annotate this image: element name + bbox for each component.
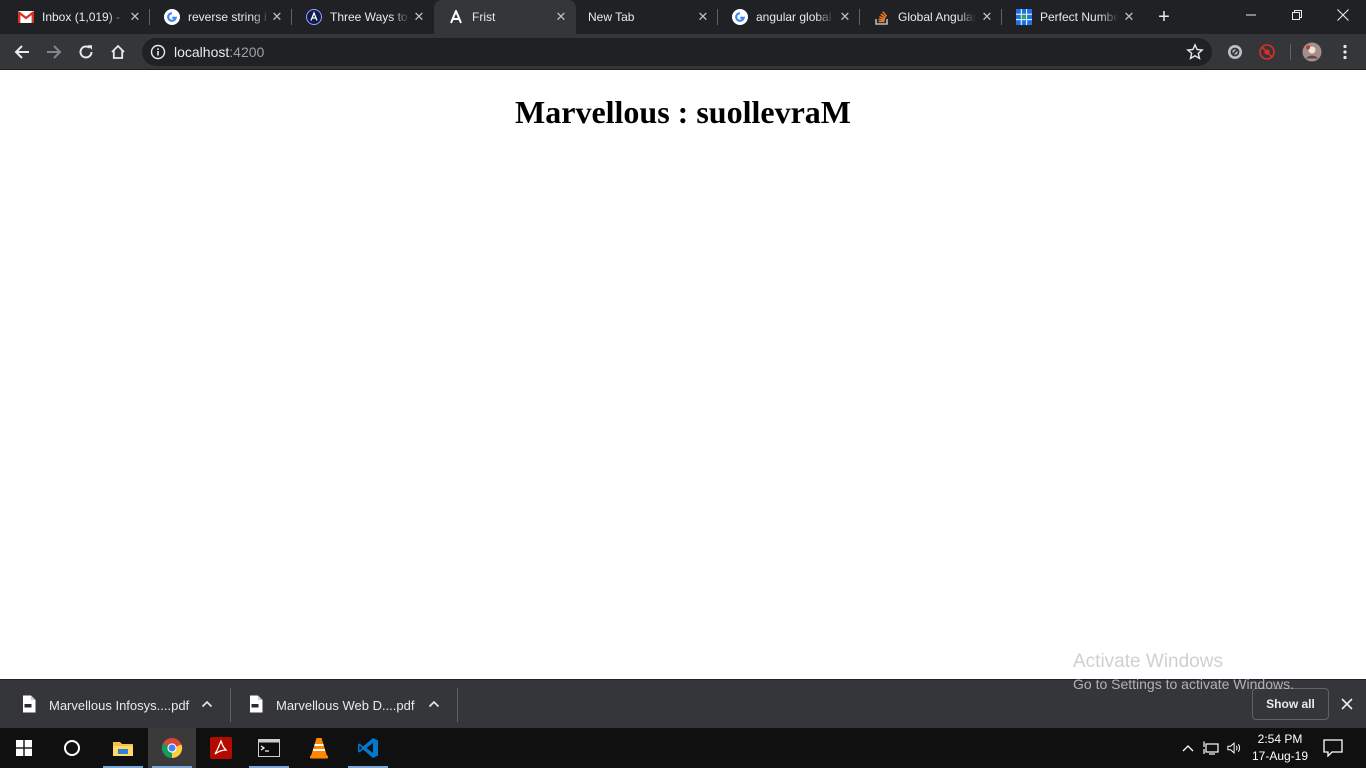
close-icon (1337, 9, 1349, 21)
forward-arrow-icon (47, 45, 62, 59)
tab-title: Frist (472, 10, 496, 24)
download-item[interactable]: Marvellous Infosys....pdf (0, 680, 230, 729)
show-hidden-icons-chevron-icon[interactable] (1180, 740, 1196, 756)
page-heading: Marvellous : suollevraM (515, 94, 851, 130)
url-host: localhost (174, 44, 230, 60)
vlc-icon (310, 738, 328, 759)
site-info-icon[interactable] (150, 44, 166, 60)
browser-toolbar: localhost:4200 (0, 34, 1366, 70)
grid-icon (1016, 9, 1032, 25)
taskbar-clock[interactable]: 2:54 PM 17-Aug-19 (1247, 731, 1313, 765)
angular-logo-icon (306, 9, 322, 25)
minimize-button[interactable] (1228, 0, 1274, 30)
cortana-button[interactable] (48, 728, 96, 768)
forward-button[interactable] (40, 38, 68, 66)
bookmark-star-icon[interactable] (1186, 43, 1204, 61)
tab-strip: Inbox (1,019) - ✕ reverse string i ✕ Thr… (0, 0, 1366, 34)
windows-taskbar: 2:54 PM 17-Aug-19 (0, 728, 1366, 768)
taskbar-file-explorer[interactable] (99, 728, 147, 768)
stackoverflow-icon (874, 9, 890, 25)
page-viewport: Marvellous : suollevraM (0, 70, 1366, 678)
close-tab-icon[interactable]: ✕ (411, 9, 427, 25)
chrome-icon (162, 738, 183, 759)
toolbar-divider (1290, 44, 1291, 60)
back-button[interactable] (8, 38, 36, 66)
taskbar-terminal[interactable] (245, 728, 293, 768)
close-tab-icon[interactable]: ✕ (1121, 9, 1137, 25)
reload-button[interactable] (72, 38, 100, 66)
chevron-up-icon[interactable] (200, 697, 214, 711)
close-window-button[interactable] (1320, 0, 1366, 30)
clock-date: 17-Aug-19 (1251, 749, 1309, 763)
acrobat-icon (210, 737, 232, 759)
terminal-icon (258, 739, 280, 757)
tab-new-tab[interactable]: New Tab ✕ (576, 0, 718, 34)
taskbar-acrobat[interactable] (197, 728, 245, 768)
tab-three-ways[interactable]: Three Ways to ✕ (292, 0, 434, 34)
taskbar-vscode[interactable] (344, 728, 392, 768)
close-tab-icon[interactable]: ✕ (837, 9, 853, 25)
taskbar-vlc[interactable] (295, 728, 343, 768)
network-icon[interactable] (1203, 740, 1219, 756)
tab-angular-global[interactable]: angular global ✕ (718, 0, 860, 34)
show-all-downloads-button[interactable]: Show all (1252, 688, 1329, 720)
home-icon (111, 44, 125, 59)
download-filename: Marvellous Infosys....pdf (49, 698, 190, 713)
vscode-icon (358, 738, 378, 758)
restore-button[interactable] (1274, 0, 1320, 30)
shelf-divider (457, 688, 458, 722)
close-tab-icon[interactable]: ✕ (979, 9, 995, 25)
address-bar[interactable]: localhost:4200 (142, 38, 1212, 66)
tab-gmail[interactable]: Inbox (1,019) - ✕ (4, 0, 150, 34)
download-filename: Marvellous Web D....pdf (276, 698, 415, 713)
google-icon (732, 9, 748, 25)
minimize-icon (1246, 14, 1256, 16)
url-port: :4200 (229, 44, 265, 60)
pdf-file-icon (250, 695, 263, 713)
extension-block-icon[interactable] (1226, 43, 1244, 61)
download-item[interactable]: Marvellous Web D....pdf (227, 680, 457, 729)
close-shelf-icon[interactable] (1339, 696, 1355, 712)
close-tab-icon[interactable]: ✕ (695, 9, 711, 25)
tab-title: New Tab (588, 10, 635, 24)
gmail-icon (18, 9, 34, 25)
taskbar-chrome[interactable] (148, 728, 196, 768)
chevron-up-icon[interactable] (427, 697, 441, 711)
profile-avatar[interactable] (1302, 42, 1322, 62)
clock-time: 2:54 PM (1257, 732, 1303, 746)
tab-reverse-string[interactable]: reverse string i ✕ (150, 0, 292, 34)
close-tab-icon[interactable]: ✕ (269, 9, 285, 25)
cortana-icon (64, 740, 80, 756)
home-button[interactable] (104, 38, 132, 66)
tab-frist[interactable]: Frist ✕ (434, 0, 576, 34)
tab-global-angular[interactable]: Global Angular ✕ (860, 0, 1002, 34)
download-shelf: Marvellous Infosys....pdf Marvellous Web… (0, 679, 1366, 728)
file-explorer-icon (113, 742, 133, 756)
restore-icon (1292, 10, 1302, 20)
pdf-file-icon (23, 695, 36, 713)
reload-icon (79, 45, 93, 59)
windows-start-icon (16, 740, 32, 756)
windows-start-button[interactable] (0, 728, 48, 768)
tab-perfect-number[interactable]: Perfect Numbe ✕ (1002, 0, 1144, 34)
volume-icon[interactable] (1227, 740, 1243, 756)
back-arrow-icon (14, 45, 29, 59)
close-tab-icon[interactable]: ✕ (553, 9, 569, 25)
extension-adblock-icon[interactable] (1258, 43, 1276, 61)
action-center-icon[interactable] (1323, 739, 1343, 757)
chrome-menu-icon[interactable] (1336, 43, 1354, 61)
angular-icon (448, 9, 464, 25)
new-tab-button[interactable]: + (1152, 6, 1176, 28)
close-tab-icon[interactable]: ✕ (127, 9, 143, 25)
google-icon (164, 9, 180, 25)
url-text: localhost:4200 (174, 45, 264, 60)
